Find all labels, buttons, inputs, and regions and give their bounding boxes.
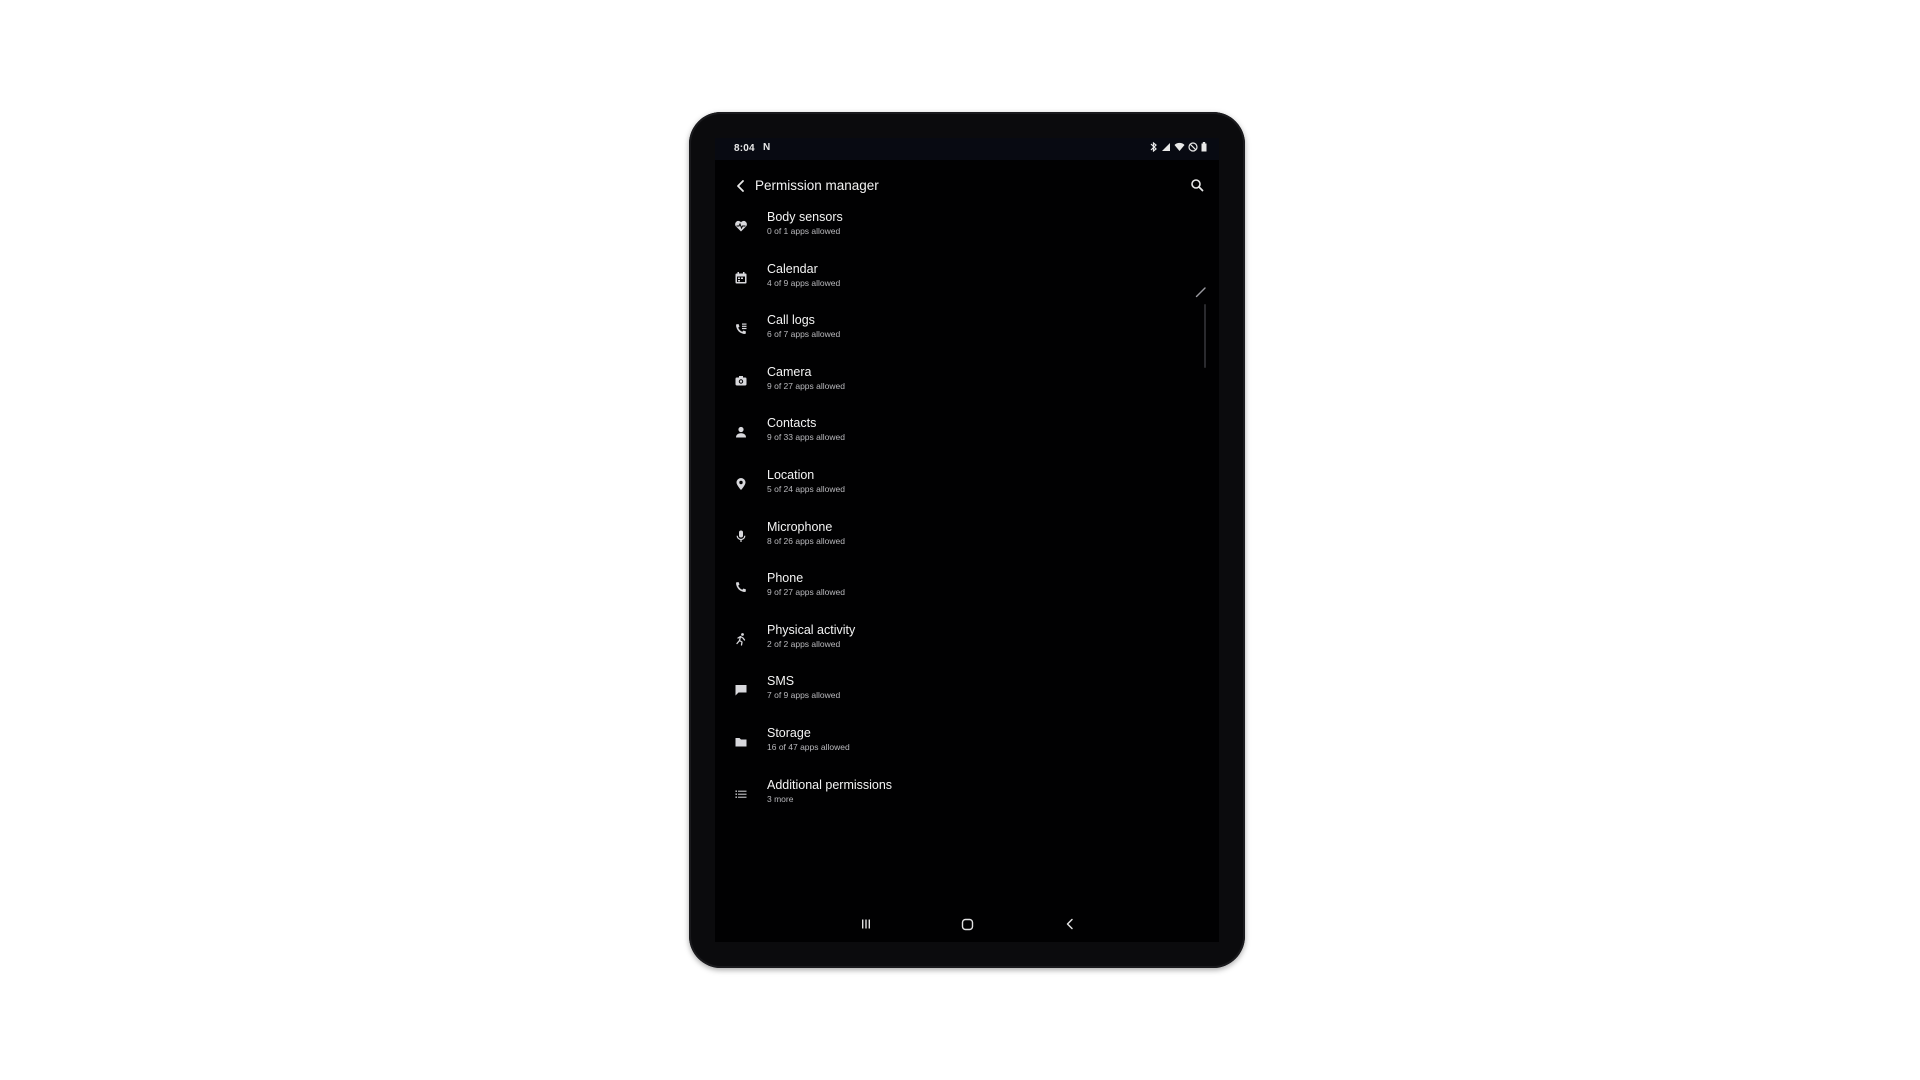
dnd-icon <box>1188 142 1198 152</box>
recents-button[interactable] <box>854 914 878 934</box>
permission-item-body-sensors[interactable]: Body sensors 0 of 1 apps allowed <box>715 204 1219 256</box>
permission-summary: 9 of 27 apps allowed <box>767 380 845 391</box>
back-icon <box>1066 918 1073 930</box>
wifi-icon <box>1174 142 1185 151</box>
permission-summary: 4 of 9 apps allowed <box>767 277 841 288</box>
chat-bubble-icon <box>732 681 750 699</box>
permission-name: Body sensors <box>767 210 843 224</box>
permission-item-phone[interactable]: Phone 9 of 27 apps allowed <box>715 565 1219 617</box>
permission-list: Body sensors 0 of 1 apps allowed Calenda… <box>715 204 1219 823</box>
permission-name: Contacts <box>767 416 817 431</box>
permission-summary: 5 of 24 apps allowed <box>767 483 845 494</box>
home-button[interactable] <box>955 914 979 934</box>
permission-name: Storage <box>767 725 811 740</box>
recents-icon <box>862 919 870 929</box>
permission-name: Additional permissions <box>767 777 893 792</box>
permission-item-location[interactable]: Location 5 of 24 apps allowed <box>715 462 1219 514</box>
permission-summary: 3 more <box>767 793 794 804</box>
permission-item-physical-activity[interactable]: Physical activity 2 of 2 apps allowed <box>715 617 1219 669</box>
permission-name: Camera <box>767 364 812 379</box>
permission-summary: 9 of 33 apps allowed <box>767 432 845 443</box>
permission-item-storage[interactable]: Storage 16 of 47 apps allowed <box>715 720 1219 772</box>
permission-name: Phone <box>767 571 804 586</box>
call-log-icon <box>732 320 750 338</box>
permission-item-camera[interactable]: Camera 9 of 27 apps allowed <box>715 359 1219 411</box>
permission-name: Calendar <box>767 261 818 276</box>
permission-summary: 16 of 47 apps allowed <box>767 741 850 752</box>
app-bar: Permission manager <box>715 168 1219 204</box>
list-icon <box>732 785 750 803</box>
permission-item-sms[interactable]: SMS 7 of 9 apps allowed <box>715 668 1219 720</box>
s-pen-icon <box>1195 287 1206 298</box>
permission-summary: 8 of 26 apps allowed <box>767 535 845 546</box>
home-icon <box>961 918 973 930</box>
running-icon <box>732 630 750 648</box>
permission-item-contacts[interactable]: Contacts 9 of 33 apps allowed <box>715 410 1219 462</box>
status-bar: 8:04 N <box>715 138 1219 160</box>
person-icon <box>732 423 750 441</box>
search-button[interactable] <box>1187 175 1207 195</box>
notification-icon: N <box>763 142 771 153</box>
status-time: 8:04 <box>734 143 755 154</box>
page-title: Permission manager <box>755 178 879 193</box>
permission-name: Microphone <box>767 519 833 534</box>
status-icons <box>1149 142 1207 152</box>
permission-name: SMS <box>767 674 795 689</box>
permission-summary: 7 of 9 apps allowed <box>767 690 841 701</box>
permission-item-calendar[interactable]: Calendar 4 of 9 apps allowed <box>715 256 1219 308</box>
permission-item-additional-permissions[interactable]: Additional permissions 3 more <box>715 772 1219 824</box>
permission-summary: 2 of 2 apps allowed <box>767 638 841 649</box>
search-icon <box>1191 179 1204 192</box>
permission-summary: 0 of 1 apps allowed <box>767 226 841 236</box>
folder-icon <box>732 733 750 751</box>
edge-panel-handle[interactable] <box>1204 304 1206 368</box>
microphone-icon <box>732 527 750 545</box>
back-arrow-icon <box>737 180 744 192</box>
phone-icon <box>732 578 750 596</box>
nav-back-button[interactable] <box>1058 914 1082 934</box>
back-button[interactable] <box>731 176 751 196</box>
permission-item-call-logs[interactable]: Call logs 6 of 7 apps allowed <box>715 307 1219 359</box>
camera-icon <box>732 372 750 390</box>
calendar-icon <box>732 269 750 287</box>
permission-item-microphone[interactable]: Microphone 8 of 26 apps allowed <box>715 514 1219 566</box>
device-screen: 8:04 N Permission manager Body sensors 0… <box>715 138 1219 942</box>
signal-icon <box>1162 143 1170 151</box>
bluetooth-icon <box>1150 142 1157 152</box>
battery-icon <box>1201 142 1207 152</box>
heart-pulse-icon <box>732 217 750 235</box>
location-pin-icon <box>732 475 750 493</box>
permission-summary: 9 of 27 apps allowed <box>767 587 845 598</box>
permission-name: Call logs <box>767 313 815 328</box>
permission-summary: 6 of 7 apps allowed <box>767 329 841 340</box>
tablet-device: 8:04 N Permission manager Body sensors 0… <box>689 112 1245 968</box>
permission-name: Location <box>767 467 815 482</box>
navigation-bar <box>715 906 1219 942</box>
permission-name: Physical activity <box>767 622 856 637</box>
